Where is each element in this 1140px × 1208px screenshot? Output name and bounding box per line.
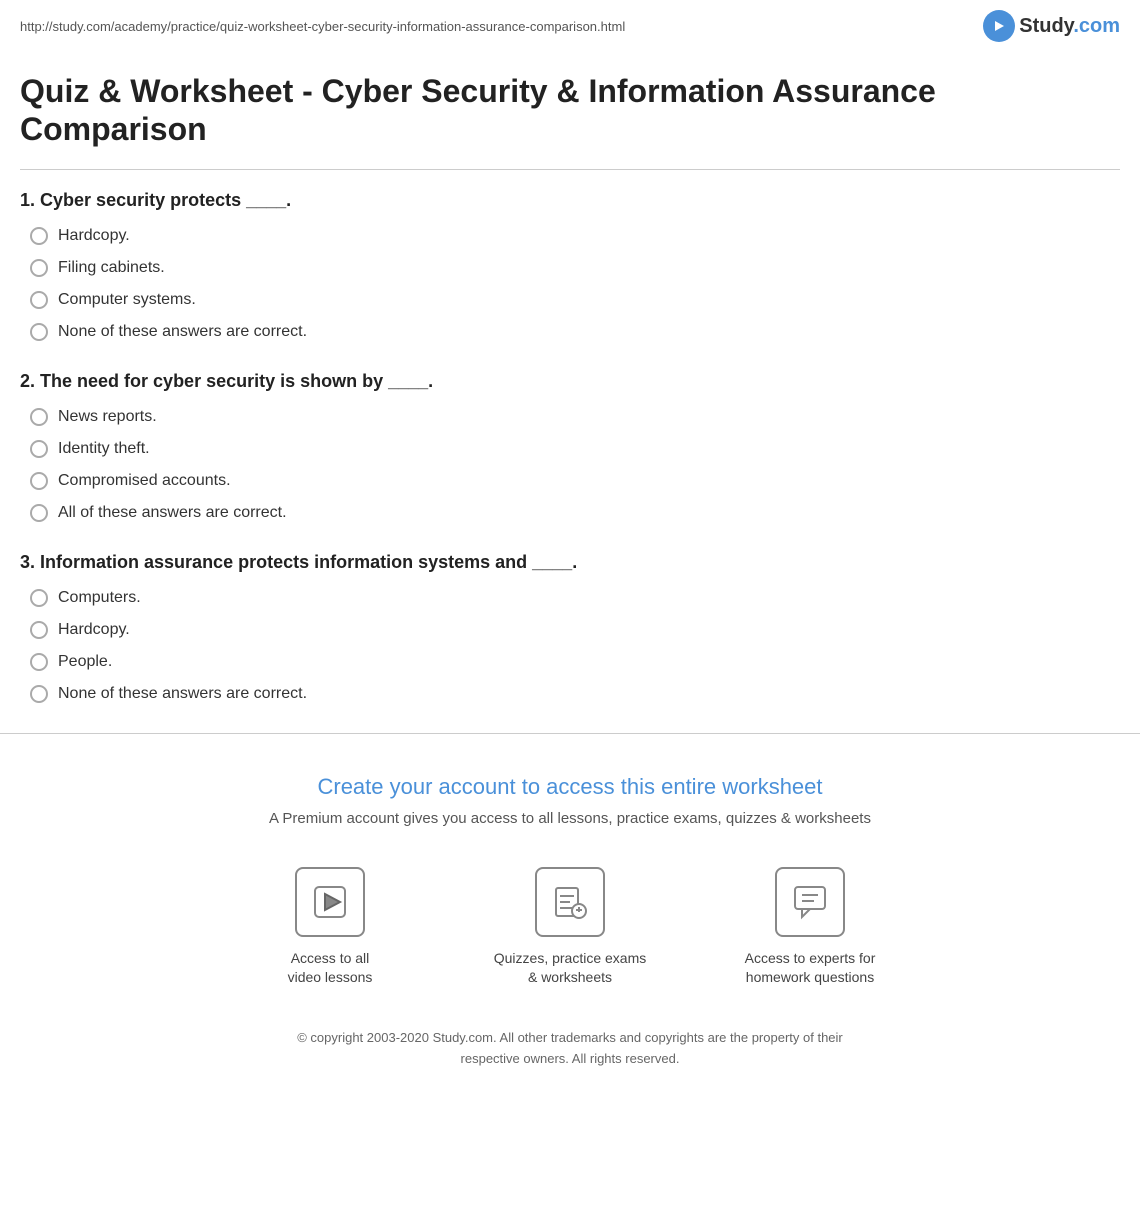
option-3-1-label: Computers. — [58, 589, 141, 607]
logo-icon — [983, 10, 1015, 42]
feature-quiz: Quizzes, practice exams& worksheets — [490, 867, 650, 988]
feature-expert: Access to experts forhomework questions — [730, 867, 890, 988]
expert-icon-box — [775, 867, 845, 937]
question-1-text: 1. Cyber security protects ____. — [20, 190, 1120, 211]
option-1-2-label: Filing cabinets. — [58, 259, 165, 277]
option-2-1-label: News reports. — [58, 408, 157, 426]
option-1-3-label: Computer systems. — [58, 291, 196, 309]
page-title: Quiz & Worksheet - Cyber Security & Info… — [20, 72, 1120, 149]
footer: Create your account to access this entir… — [0, 733, 1140, 1090]
question-2: 2. The need for cyber security is shown … — [20, 371, 1120, 522]
quiz-icon-box — [535, 867, 605, 937]
option-1-4-label: None of these answers are correct. — [58, 323, 307, 341]
radio-1-1[interactable] — [30, 227, 48, 245]
option-3-1[interactable]: Computers. — [20, 589, 1120, 607]
logo-dot: .com — [1073, 15, 1120, 37]
option-3-2[interactable]: Hardcopy. — [20, 621, 1120, 639]
radio-2-2[interactable] — [30, 440, 48, 458]
copyright: © copyright 2003-2020 Study.com. All oth… — [270, 1028, 870, 1070]
option-2-2[interactable]: Identity theft. — [20, 440, 1120, 458]
title-divider — [20, 169, 1120, 170]
option-1-3[interactable]: Computer systems. — [20, 291, 1120, 309]
option-2-4-label: All of these answers are correct. — [58, 504, 287, 522]
option-1-2[interactable]: Filing cabinets. — [20, 259, 1120, 277]
radio-3-2[interactable] — [30, 621, 48, 639]
question-3-text: 3. Information assurance protects inform… — [20, 552, 1120, 573]
option-1-1[interactable]: Hardcopy. — [20, 227, 1120, 245]
question-1: 1. Cyber security protects ____. Hardcop… — [20, 190, 1120, 341]
features-row: Access to allvideo lessons Quizzes, prac… — [20, 867, 1120, 988]
option-3-4-label: None of these answers are correct. — [58, 685, 307, 703]
radio-2-1[interactable] — [30, 408, 48, 426]
main-content: Quiz & Worksheet - Cyber Security & Info… — [0, 52, 1140, 703]
option-2-1[interactable]: News reports. — [20, 408, 1120, 426]
feature-quiz-label: Quizzes, practice exams& worksheets — [494, 949, 647, 988]
feature-expert-label: Access to experts forhomework questions — [745, 949, 876, 988]
url-display: http://study.com/academy/practice/quiz-w… — [20, 19, 625, 34]
video-icon-box — [295, 867, 365, 937]
cta-title: Create your account to access this entir… — [20, 774, 1120, 800]
top-bar: http://study.com/academy/practice/quiz-w… — [0, 0, 1140, 52]
option-2-3[interactable]: Compromised accounts. — [20, 472, 1120, 490]
chat-icon — [792, 884, 828, 920]
radio-1-4[interactable] — [30, 323, 48, 341]
feature-video-label: Access to allvideo lessons — [288, 949, 373, 988]
option-2-4[interactable]: All of these answers are correct. — [20, 504, 1120, 522]
logo-study: Study — [1019, 15, 1073, 37]
cta-subtitle: A Premium account gives you access to al… — [20, 810, 1120, 827]
option-2-2-label: Identity theft. — [58, 440, 150, 458]
option-3-3-label: People. — [58, 653, 112, 671]
option-3-2-label: Hardcopy. — [58, 621, 130, 639]
question-3: 3. Information assurance protects inform… — [20, 552, 1120, 703]
option-3-3[interactable]: People. — [20, 653, 1120, 671]
feature-video: Access to allvideo lessons — [250, 867, 410, 988]
radio-3-1[interactable] — [30, 589, 48, 607]
option-3-4[interactable]: None of these answers are correct. — [20, 685, 1120, 703]
radio-3-4[interactable] — [30, 685, 48, 703]
play-icon — [312, 884, 348, 920]
logo-text: Study.com — [1019, 15, 1120, 38]
quiz-icon — [552, 884, 588, 920]
question-2-text: 2. The need for cyber security is shown … — [20, 371, 1120, 392]
radio-1-2[interactable] — [30, 259, 48, 277]
radio-3-3[interactable] — [30, 653, 48, 671]
radio-2-4[interactable] — [30, 504, 48, 522]
option-2-3-label: Compromised accounts. — [58, 472, 231, 490]
radio-1-3[interactable] — [30, 291, 48, 309]
option-1-1-label: Hardcopy. — [58, 227, 130, 245]
option-1-4[interactable]: None of these answers are correct. — [20, 323, 1120, 341]
radio-2-3[interactable] — [30, 472, 48, 490]
logo: Study.com — [983, 10, 1120, 42]
